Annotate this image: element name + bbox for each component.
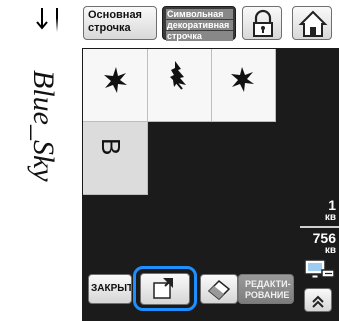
star-stitch-icon (231, 67, 254, 92)
memory-count-value: 756 (312, 230, 336, 246)
home-icon (298, 10, 328, 37)
expand-up-button[interactable] (304, 288, 332, 312)
edit-label-1: РЕДАКТИ- (245, 279, 291, 289)
char-deco-label-1: Символьная (166, 9, 233, 19)
close-button[interactable]: ЗАКРЫТЬ (88, 274, 132, 304)
pine-stitch-icon (170, 61, 186, 90)
stitch-count-value: 1 (328, 197, 336, 213)
home-button[interactable] (292, 6, 332, 40)
standard-stitch-button[interactable]: Основная строчка (83, 6, 157, 40)
star-stitch-icon (104, 67, 127, 93)
delete-button[interactable] (200, 274, 238, 304)
chevron-up-icon (312, 295, 324, 308)
stitch-pattern-cell-selected[interactable]: B (83, 122, 148, 195)
edit-button[interactable]: РЕДАКТИ- РОВАНИЕ (238, 274, 294, 304)
insert-pattern-icon (153, 278, 173, 299)
edit-label-2: РОВАНИЕ (245, 290, 290, 300)
stitch-pattern-cell[interactable] (212, 49, 276, 122)
standard-stitch-label-1: Основная (88, 9, 142, 21)
insert-pattern-button[interactable] (140, 273, 190, 305)
stitch-pattern-cell[interactable] (148, 49, 212, 122)
top-bar: Основная строчка Символьная декоративная… (0, 0, 339, 48)
usb-transfer-icon[interactable] (304, 258, 336, 284)
stitch-pattern-cell[interactable] (83, 49, 148, 122)
svg-text:B: B (96, 138, 126, 155)
char-deco-label-3: строчка (166, 31, 233, 41)
lock-icon (253, 9, 273, 37)
sewing-machine-screen: Основная строчка Символьная декоративная… (0, 0, 339, 321)
stitch-preview: Blue_Sky (20, 58, 78, 258)
char-deco-label-2: декоративная (166, 20, 233, 30)
counter-divider (300, 226, 339, 228)
letter-b-glyph: B (96, 138, 126, 155)
needle-position-icon[interactable] (30, 6, 74, 44)
standard-stitch-label-2: строчка (88, 22, 131, 34)
handwritten-preview-text: Blue_Sky (27, 70, 60, 182)
svg-text:Blue_Sky: Blue_Sky (27, 70, 60, 182)
character-decorative-stitch-button[interactable]: Символьная декоративная строчка (162, 6, 236, 41)
eraser-icon (207, 279, 231, 301)
stitch-count-unit: кв (324, 212, 336, 223)
lock-button[interactable] (242, 6, 282, 40)
memory-count-unit: кв (324, 245, 336, 256)
